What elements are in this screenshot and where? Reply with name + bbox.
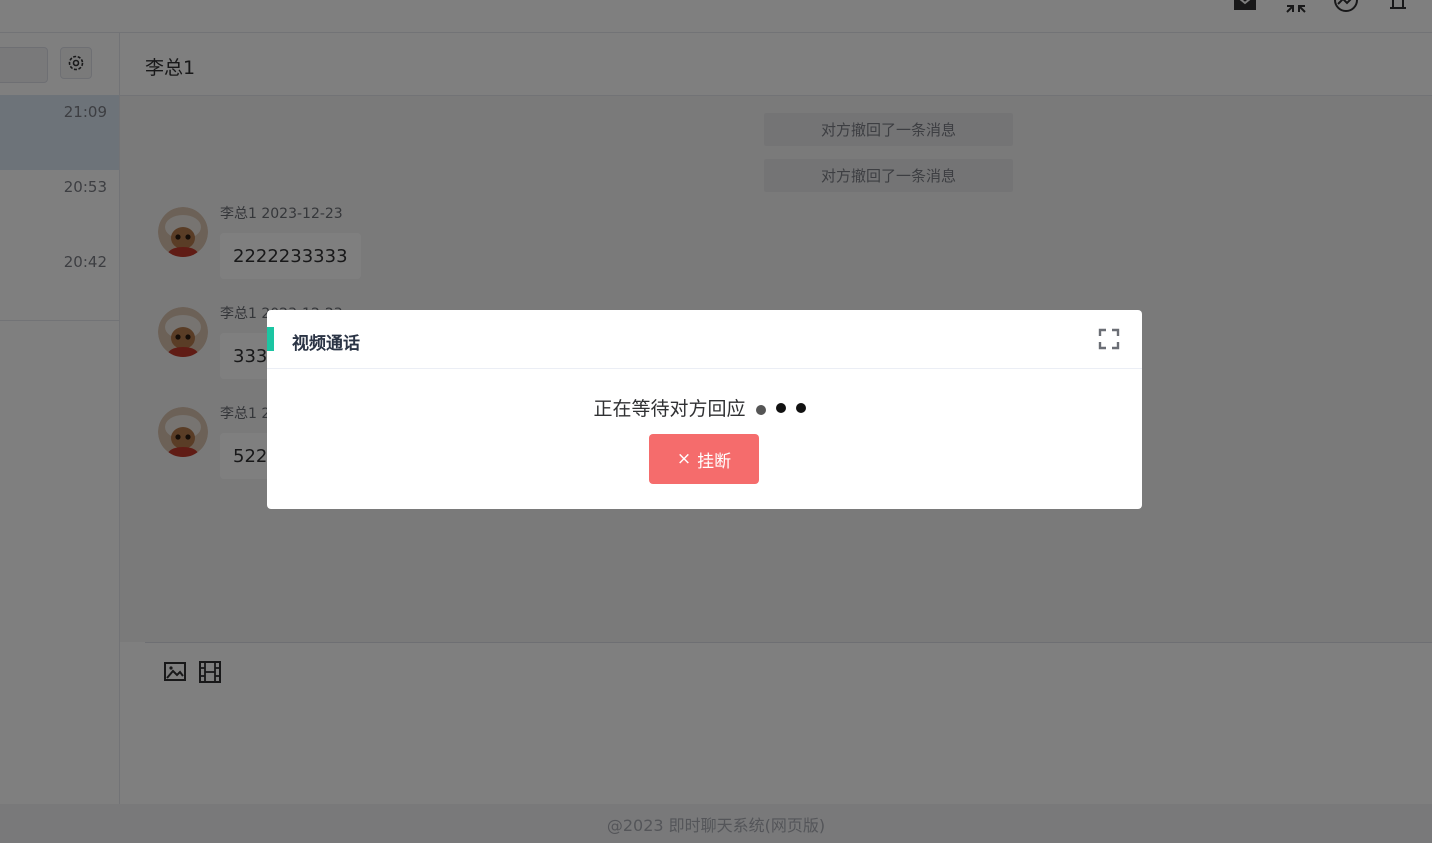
- title-accent-bar: [267, 327, 274, 351]
- loading-dot: [775, 402, 786, 413]
- loading-dots: [755, 401, 816, 415]
- loading-dot: [755, 404, 766, 415]
- dialog-title: 视频通话: [292, 334, 360, 354]
- waiting-text: 正在等待对方回应: [593, 398, 746, 420]
- loading-dot: [795, 402, 806, 413]
- hangup-button[interactable]: × 挂断: [649, 434, 759, 484]
- hangup-label: 挂断: [697, 451, 732, 472]
- waiting-status: 正在等待对方回应: [267, 394, 1142, 421]
- video-call-dialog: 视频通话 正在等待对方回应 × 挂断: [267, 310, 1142, 509]
- fullscreen-icon[interactable]: [1097, 327, 1121, 351]
- dialog-header: 视频通话: [267, 310, 1142, 369]
- close-icon: ×: [676, 449, 692, 469]
